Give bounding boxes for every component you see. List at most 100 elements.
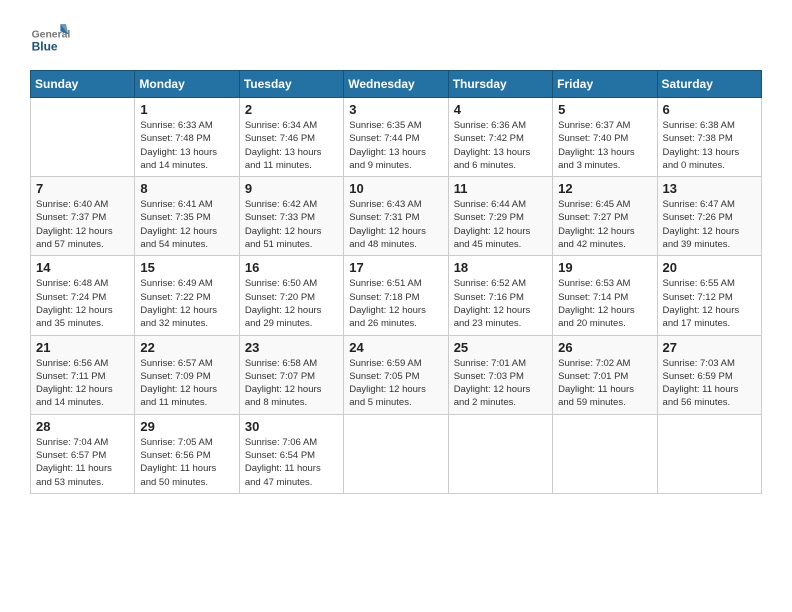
calendar-week-5: 28 Sunrise: 7:04 AM Sunset: 6:57 PM Dayli… [31, 414, 762, 493]
calendar-header-row: SundayMondayTuesdayWednesdayThursdayFrid… [31, 71, 762, 98]
calendar-week-2: 7 Sunrise: 6:40 AM Sunset: 7:37 PM Daylig… [31, 177, 762, 256]
calendar-cell: 7 Sunrise: 6:40 AM Sunset: 7:37 PM Daylig… [31, 177, 135, 256]
calendar-cell: 15 Sunrise: 6:49 AM Sunset: 7:22 PM Dayli… [135, 256, 239, 335]
day-number: 7 [36, 181, 129, 196]
day-info: Sunrise: 7:03 AM Sunset: 6:59 PM Dayligh… [663, 357, 756, 410]
calendar-cell: 20 Sunrise: 6:55 AM Sunset: 7:12 PM Dayli… [657, 256, 761, 335]
calendar-cell: 4 Sunrise: 6:36 AM Sunset: 7:42 PM Daylig… [448, 98, 552, 177]
day-number: 20 [663, 260, 756, 275]
calendar-cell: 3 Sunrise: 6:35 AM Sunset: 7:44 PM Daylig… [344, 98, 448, 177]
calendar-cell: 29 Sunrise: 7:05 AM Sunset: 6:56 PM Dayli… [135, 414, 239, 493]
day-info: Sunrise: 6:59 AM Sunset: 7:05 PM Dayligh… [349, 357, 442, 410]
day-info: Sunrise: 6:56 AM Sunset: 7:11 PM Dayligh… [36, 357, 129, 410]
calendar-cell: 27 Sunrise: 7:03 AM Sunset: 6:59 PM Dayli… [657, 335, 761, 414]
day-info: Sunrise: 6:36 AM Sunset: 7:42 PM Dayligh… [454, 119, 547, 172]
calendar-cell: 22 Sunrise: 6:57 AM Sunset: 7:09 PM Dayli… [135, 335, 239, 414]
day-number: 12 [558, 181, 651, 196]
day-number: 11 [454, 181, 547, 196]
day-info: Sunrise: 6:48 AM Sunset: 7:24 PM Dayligh… [36, 277, 129, 330]
day-number: 1 [140, 102, 233, 117]
day-number: 9 [245, 181, 338, 196]
day-info: Sunrise: 7:01 AM Sunset: 7:03 PM Dayligh… [454, 357, 547, 410]
calendar-cell: 19 Sunrise: 6:53 AM Sunset: 7:14 PM Dayli… [553, 256, 657, 335]
day-number: 29 [140, 419, 233, 434]
calendar-cell: 12Sunrise: 6:45 AM Sunset: 7:27 PM Dayli… [553, 177, 657, 256]
day-info: Sunrise: 6:44 AM Sunset: 7:29 PM Dayligh… [454, 198, 547, 251]
day-number: 22 [140, 340, 233, 355]
calendar-cell: 16Sunrise: 6:50 AM Sunset: 7:20 PM Dayli… [239, 256, 343, 335]
day-number: 19 [558, 260, 651, 275]
day-info: Sunrise: 7:05 AM Sunset: 6:56 PM Dayligh… [140, 436, 233, 489]
day-info: Sunrise: 6:52 AM Sunset: 7:16 PM Dayligh… [454, 277, 547, 330]
day-info: Sunrise: 6:47 AM Sunset: 7:26 PM Dayligh… [663, 198, 756, 251]
day-number: 30 [245, 419, 338, 434]
day-number: 14 [36, 260, 129, 275]
day-info: Sunrise: 6:53 AM Sunset: 7:14 PM Dayligh… [558, 277, 651, 330]
day-info: Sunrise: 6:37 AM Sunset: 7:40 PM Dayligh… [558, 119, 651, 172]
day-number: 25 [454, 340, 547, 355]
day-number: 10 [349, 181, 442, 196]
day-number: 26 [558, 340, 651, 355]
calendar-cell: 13 Sunrise: 6:47 AM Sunset: 7:26 PM Dayli… [657, 177, 761, 256]
calendar-cell [657, 414, 761, 493]
calendar-cell: 6 Sunrise: 6:38 AM Sunset: 7:38 PM Daylig… [657, 98, 761, 177]
calendar-table: SundayMondayTuesdayWednesdayThursdayFrid… [30, 70, 762, 494]
calendar-cell: 23Sunrise: 6:58 AM Sunset: 7:07 PM Dayli… [239, 335, 343, 414]
day-number: 18 [454, 260, 547, 275]
calendar-cell: 11 Sunrise: 6:44 AM Sunset: 7:29 PM Dayli… [448, 177, 552, 256]
calendar-week-3: 14 Sunrise: 6:48 AM Sunset: 7:24 PM Dayli… [31, 256, 762, 335]
calendar-cell: 18 Sunrise: 6:52 AM Sunset: 7:16 PM Dayli… [448, 256, 552, 335]
day-number: 24 [349, 340, 442, 355]
calendar-cell: 30 Sunrise: 7:06 AM Sunset: 6:54 PM Dayli… [239, 414, 343, 493]
calendar-cell: 1Sunrise: 6:33 AM Sunset: 7:48 PM Daylig… [135, 98, 239, 177]
col-header-wednesday: Wednesday [344, 71, 448, 98]
day-info: Sunrise: 6:49 AM Sunset: 7:22 PM Dayligh… [140, 277, 233, 330]
day-number: 28 [36, 419, 129, 434]
calendar-cell [31, 98, 135, 177]
calendar-cell: 21 Sunrise: 6:56 AM Sunset: 7:11 PM Dayli… [31, 335, 135, 414]
day-number: 27 [663, 340, 756, 355]
calendar-cell [553, 414, 657, 493]
day-number: 4 [454, 102, 547, 117]
calendar-cell: 25 Sunrise: 7:01 AM Sunset: 7:03 PM Dayli… [448, 335, 552, 414]
calendar-cell: 2 Sunrise: 6:34 AM Sunset: 7:46 PM Daylig… [239, 98, 343, 177]
calendar-cell: 9 Sunrise: 6:42 AM Sunset: 7:33 PM Daylig… [239, 177, 343, 256]
calendar-cell: 8Sunrise: 6:41 AM Sunset: 7:35 PM Daylig… [135, 177, 239, 256]
col-header-monday: Monday [135, 71, 239, 98]
day-number: 2 [245, 102, 338, 117]
day-number: 15 [140, 260, 233, 275]
day-number: 6 [663, 102, 756, 117]
day-info: Sunrise: 6:57 AM Sunset: 7:09 PM Dayligh… [140, 357, 233, 410]
day-number: 3 [349, 102, 442, 117]
day-info: Sunrise: 6:38 AM Sunset: 7:38 PM Dayligh… [663, 119, 756, 172]
day-info: Sunrise: 6:51 AM Sunset: 7:18 PM Dayligh… [349, 277, 442, 330]
day-info: Sunrise: 6:40 AM Sunset: 7:37 PM Dayligh… [36, 198, 129, 251]
day-info: Sunrise: 6:42 AM Sunset: 7:33 PM Dayligh… [245, 198, 338, 251]
calendar-cell: 5 Sunrise: 6:37 AM Sunset: 7:40 PM Daylig… [553, 98, 657, 177]
col-header-thursday: Thursday [448, 71, 552, 98]
calendar-cell: 17 Sunrise: 6:51 AM Sunset: 7:18 PM Dayli… [344, 256, 448, 335]
day-info: Sunrise: 7:06 AM Sunset: 6:54 PM Dayligh… [245, 436, 338, 489]
calendar-week-4: 21 Sunrise: 6:56 AM Sunset: 7:11 PM Dayli… [31, 335, 762, 414]
col-header-saturday: Saturday [657, 71, 761, 98]
calendar-cell: 26 Sunrise: 7:02 AM Sunset: 7:01 PM Dayli… [553, 335, 657, 414]
day-info: Sunrise: 6:35 AM Sunset: 7:44 PM Dayligh… [349, 119, 442, 172]
day-number: 13 [663, 181, 756, 196]
logo: General Blue [30, 20, 74, 60]
day-number: 8 [140, 181, 233, 196]
day-info: Sunrise: 7:04 AM Sunset: 6:57 PM Dayligh… [36, 436, 129, 489]
col-header-tuesday: Tuesday [239, 71, 343, 98]
calendar-cell: 28 Sunrise: 7:04 AM Sunset: 6:57 PM Dayli… [31, 414, 135, 493]
day-number: 16 [245, 260, 338, 275]
day-number: 17 [349, 260, 442, 275]
day-info: Sunrise: 6:43 AM Sunset: 7:31 PM Dayligh… [349, 198, 442, 251]
day-info: Sunrise: 7:02 AM Sunset: 7:01 PM Dayligh… [558, 357, 651, 410]
calendar-cell: 10 Sunrise: 6:43 AM Sunset: 7:31 PM Dayli… [344, 177, 448, 256]
day-number: 21 [36, 340, 129, 355]
calendar-cell [344, 414, 448, 493]
day-info: Sunrise: 6:55 AM Sunset: 7:12 PM Dayligh… [663, 277, 756, 330]
day-number: 5 [558, 102, 651, 117]
day-info: Sunrise: 6:34 AM Sunset: 7:46 PM Dayligh… [245, 119, 338, 172]
day-number: 23 [245, 340, 338, 355]
svg-text:Blue: Blue [32, 39, 58, 53]
